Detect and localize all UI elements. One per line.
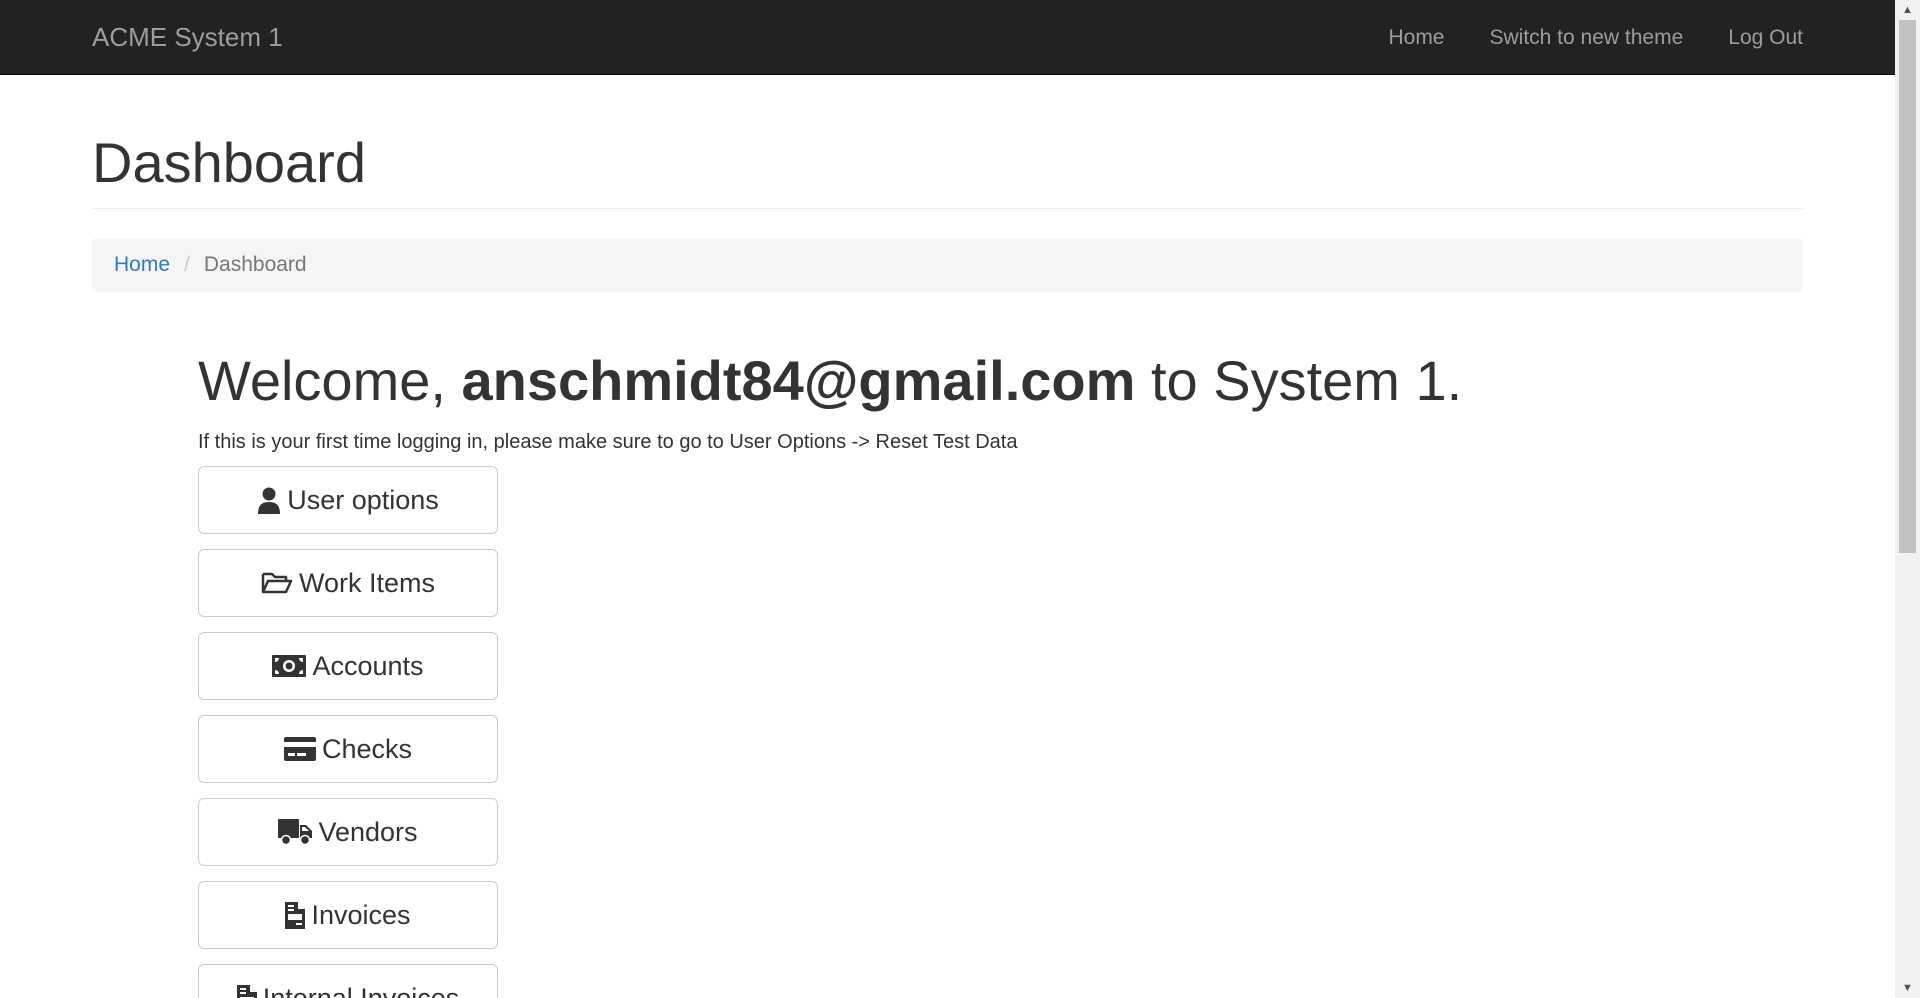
welcome-email: anschmidt84@gmail.com <box>461 348 1136 412</box>
work-items-button[interactable]: Work Items <box>198 549 498 618</box>
brand-link[interactable]: ACME System 1 <box>92 22 283 52</box>
truck-icon <box>278 819 313 846</box>
page-title: Dashboard <box>92 132 1803 209</box>
vendors-label: Vendors <box>318 816 418 847</box>
top-navbar: ACME System 1 Home Switch to new theme L… <box>0 0 1895 75</box>
nav-logout-link[interactable]: Log Out <box>1728 23 1803 53</box>
internal-invoices-button[interactable]: Internal Invoices <box>198 964 498 998</box>
file-invoice-icon <box>236 984 257 998</box>
main-container: Dashboard Home / Dashboard Welcome, ansc… <box>92 75 1803 998</box>
vendors-button[interactable]: Vendors <box>198 798 498 867</box>
checks-button[interactable]: Checks <box>198 715 498 784</box>
scrollbar-thumb[interactable] <box>1899 20 1916 553</box>
accounts-button[interactable]: Accounts <box>198 632 498 701</box>
invoices-label: Invoices <box>311 899 411 930</box>
first-login-note: If this is your first time logging in, p… <box>198 431 1018 454</box>
internal-invoices-label: Internal Invoices <box>262 982 460 998</box>
breadcrumb: Home / Dashboard <box>92 237 1803 292</box>
accounts-label: Accounts <box>312 650 424 681</box>
user-icon <box>257 487 281 514</box>
breadcrumb-current: Dashboard <box>203 252 307 276</box>
browser-viewport: ACME System 1 Home Switch to new theme L… <box>0 0 1895 998</box>
file-invoice-icon <box>285 901 306 929</box>
breadcrumb-home-link[interactable]: Home <box>114 253 170 277</box>
user-options-button[interactable]: User options <box>198 466 498 535</box>
nav-switch-theme-link[interactable]: Switch to new theme <box>1490 23 1684 53</box>
scroll-down-arrow-icon[interactable]: ▼ <box>1895 978 1920 998</box>
scroll-up-arrow-icon[interactable]: ▲ <box>1895 0 1920 20</box>
nav-home-link[interactable]: Home <box>1388 23 1444 53</box>
welcome-prefix: Welcome, <box>198 348 462 412</box>
dashboard-content: Welcome, anschmidt84@gmail.com to System… <box>198 348 1803 998</box>
checks-label: Checks <box>321 733 413 764</box>
nav-links: Home Switch to new theme Log Out <box>1343 0 1803 75</box>
welcome-heading: Welcome, anschmidt84@gmail.com to System… <box>198 348 1803 412</box>
dashboard-menu: User options Work Items Accounts Checks … <box>198 466 1803 998</box>
credit-card-icon <box>283 737 316 762</box>
welcome-suffix: to System 1. <box>1135 348 1463 412</box>
invoices-button[interactable]: Invoices <box>198 881 498 950</box>
work-items-label: Work Items <box>298 567 435 598</box>
folder-open-icon <box>261 571 293 595</box>
vertical-scrollbar[interactable]: ▲ ▼ <box>1895 0 1920 998</box>
user-options-label: User options <box>287 484 439 515</box>
money-bill-icon <box>272 655 307 678</box>
breadcrumb-separator: / <box>184 252 190 276</box>
